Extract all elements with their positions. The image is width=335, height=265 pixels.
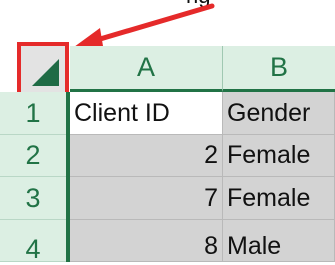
cell-a3[interactable]: 7: [70, 177, 223, 220]
row-header-4[interactable]: 4: [0, 220, 66, 264]
row-header-3[interactable]: 3: [0, 177, 66, 220]
cell-a1[interactable]: Client ID: [70, 92, 223, 135]
select-all-button[interactable]: [17, 42, 69, 96]
row-header-1[interactable]: 1: [0, 92, 66, 135]
cell-b3[interactable]: Female: [223, 177, 335, 220]
select-all-triangle-icon: [32, 59, 59, 86]
cell-b2[interactable]: Female: [223, 135, 335, 177]
column-header-b[interactable]: B: [223, 46, 335, 92]
cell-b4[interactable]: Male: [223, 220, 335, 262]
row-header-2[interactable]: 2: [0, 135, 66, 177]
cell-a4[interactable]: 8: [70, 220, 223, 262]
cell-b1[interactable]: Gender: [223, 92, 335, 135]
cell-a2[interactable]: 2: [70, 135, 223, 177]
column-header-a[interactable]: A: [70, 46, 223, 92]
